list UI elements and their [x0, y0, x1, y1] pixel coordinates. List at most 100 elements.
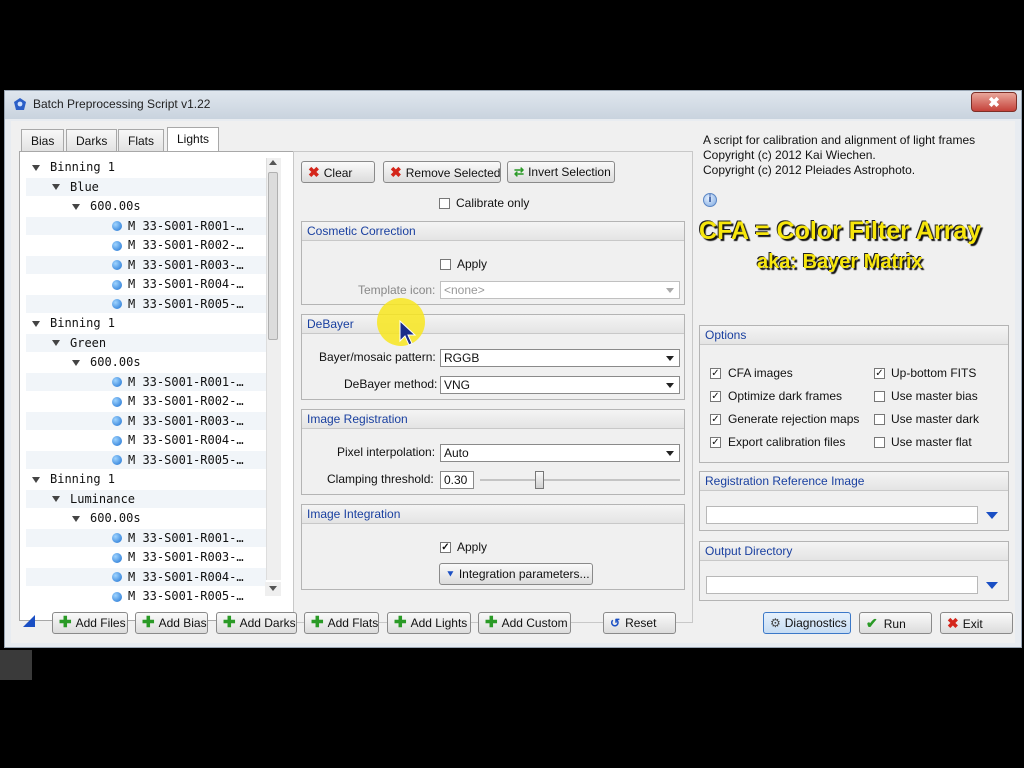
generate-rejection-checkbox[interactable]: ✓ — [710, 414, 721, 425]
scroll-down-button[interactable] — [265, 582, 281, 596]
clear-button[interactable]: ✖ Clear — [301, 161, 375, 183]
tree-file-item[interactable]: M 33-S001-R002-… — [26, 236, 266, 254]
bayer-pattern-select[interactable]: RGGB — [440, 349, 680, 367]
tree-group-item[interactable]: Binning 1 — [26, 470, 266, 488]
template-icon-label: Template icon: — [358, 283, 436, 297]
tree-file-item[interactable]: M 33-S001-R003-… — [26, 255, 266, 274]
add-flats-button[interactable]: ✚ Add Flats — [304, 612, 379, 634]
clamping-threshold-label: Clamping threshold: — [327, 472, 434, 486]
tab-bias[interactable]: Bias — [21, 129, 65, 151]
tree-file-item[interactable]: M 33-S001-R002-… — [26, 392, 266, 410]
tree-file-item[interactable]: M 33-S001-R001-… — [26, 528, 266, 547]
clamping-threshold-input[interactable]: 0.30 — [440, 471, 474, 489]
up-bottom-fits-checkbox[interactable]: ✓ — [874, 368, 885, 379]
plus-icon: ✚ — [59, 614, 72, 631]
output-directory-input[interactable] — [706, 576, 978, 594]
dropdown-arrow-icon[interactable] — [986, 582, 998, 589]
use-master-bias-checkbox[interactable] — [874, 391, 885, 402]
add-bias-button[interactable]: ✚ Add Bias — [135, 612, 208, 634]
run-button[interactable]: ✔ Run — [859, 612, 932, 634]
export-calibration-checkbox[interactable]: ✓ — [710, 437, 721, 448]
cfa-images-checkbox[interactable]: ✓ — [710, 368, 721, 379]
tab-darks[interactable]: Darks — [66, 129, 118, 151]
new-instance-icon[interactable] — [23, 615, 35, 627]
template-icon-select[interactable]: <none> — [440, 281, 680, 299]
expand-triangle-icon[interactable] — [52, 184, 60, 190]
description-line: Copyright (c) 2012 Pleiades Astrophoto. — [703, 163, 916, 177]
registration-reference-input[interactable] — [706, 506, 978, 524]
tree-item-label: 600.00s — [90, 199, 141, 213]
diagnostics-label: Diagnostics — [784, 616, 847, 630]
add-files-button[interactable]: ✚ Add Files — [52, 612, 128, 634]
tree-group-item[interactable]: Binning 1 — [26, 158, 266, 176]
expand-triangle-icon[interactable] — [52, 496, 60, 502]
expand-triangle-icon[interactable] — [72, 359, 80, 366]
tree-group-item[interactable]: 600.00s — [26, 509, 266, 527]
file-tree[interactable]: Binning 1 Blue 600.00s M 33-S001-R001-… M 33… — [26, 158, 266, 614]
diagnostics-button[interactable]: ⚙ Diagnostics — [763, 612, 851, 634]
expand-triangle-icon[interactable] — [32, 164, 40, 171]
pixel-interpolation-select[interactable]: Auto — [440, 444, 680, 462]
close-button[interactable]: ✖ — [971, 92, 1017, 112]
tree-group-item[interactable]: Green — [26, 333, 266, 352]
image-file-icon — [112, 455, 122, 465]
add-darks-button[interactable]: ✚ Add Darks — [216, 612, 297, 634]
add-custom-button[interactable]: ✚ Add Custom — [478, 612, 571, 634]
add-lights-button[interactable]: ✚ Add Lights — [387, 612, 471, 634]
annotation-bayer-matrix: aka: Bayer Matrix — [757, 251, 923, 273]
tree-file-item[interactable]: M 33-S001-R004-… — [26, 275, 266, 293]
optimize-dark-checkbox[interactable]: ✓ — [710, 391, 721, 402]
clamping-slider-handle[interactable] — [535, 471, 544, 489]
integration-parameters-button[interactable]: ⯆ Integration parameters... — [439, 563, 593, 585]
use-master-flat-checkbox[interactable] — [874, 437, 885, 448]
image-file-icon — [112, 221, 122, 231]
tree-group-item[interactable]: Blue — [26, 177, 266, 196]
tree-group-item[interactable]: Binning 1 — [26, 314, 266, 332]
tree-file-item[interactable]: M 33-S001-R005-… — [26, 450, 266, 469]
tab-lights[interactable]: Lights — [167, 127, 220, 151]
remove-selected-button[interactable]: ✖ Remove Selected — [383, 161, 501, 183]
expand-triangle-icon[interactable] — [72, 515, 80, 522]
use-master-dark-checkbox[interactable] — [874, 414, 885, 425]
tree-group-item[interactable]: 600.00s — [26, 197, 266, 215]
tree-group-item[interactable]: 600.00s — [26, 353, 266, 371]
tree-item-label: Green — [70, 335, 107, 350]
reset-button[interactable]: ↺ Reset — [603, 612, 676, 634]
check-icon: ✔ — [866, 615, 878, 631]
debayer-method-select[interactable]: VNG — [440, 376, 680, 394]
tree-file-item[interactable]: M 33-S001-R005-… — [26, 294, 266, 313]
image-file-icon — [112, 435, 122, 446]
plus-icon: ✚ — [394, 614, 407, 631]
tree-file-item[interactable]: M 33-S001-R001-… — [26, 372, 266, 391]
tree-file-item[interactable]: M 33-S001-R004-… — [26, 567, 266, 586]
export-calibration-label: Export calibration files — [728, 435, 846, 449]
scroll-up-icon[interactable] — [269, 160, 277, 165]
cosmetic-apply-checkbox[interactable] — [440, 259, 451, 270]
tab-label: Darks — [76, 134, 108, 148]
expand-triangle-icon[interactable] — [32, 320, 40, 327]
exit-button[interactable]: ✖ Exit — [940, 612, 1013, 634]
tree-item-label: M 33-S001-R001-… — [128, 218, 244, 233]
invert-selection-button[interactable]: ⇄ Invert Selection — [507, 161, 615, 183]
title-bar[interactable]: Batch Preprocessing Script v1.22 ✖ — [5, 91, 1021, 119]
expand-triangle-icon[interactable] — [32, 476, 40, 483]
red-x-icon: ✖ — [947, 615, 959, 631]
tree-file-item[interactable]: M 33-S001-R003-… — [26, 548, 266, 566]
tree-file-item[interactable]: M 33-S001-R003-… — [26, 411, 266, 430]
clamping-slider-track[interactable] — [480, 479, 680, 481]
integration-apply-checkbox[interactable]: ✓ — [440, 542, 451, 553]
info-icon[interactable]: i — [703, 193, 717, 207]
tree-file-item[interactable]: M 33-S001-R004-… — [26, 431, 266, 449]
calibrate-only-checkbox[interactable] — [439, 198, 450, 209]
clear-button-label: Clear — [323, 166, 353, 180]
expand-triangle-icon[interactable] — [52, 340, 60, 346]
image-file-icon — [112, 416, 122, 426]
dropdown-arrow-icon[interactable] — [986, 512, 998, 519]
expand-triangle-icon[interactable] — [72, 203, 80, 210]
tree-group-item[interactable]: Luminance — [26, 489, 266, 508]
tree-file-item[interactable]: M 33-S001-R005-… — [26, 587, 266, 605]
scrollbar-thumb[interactable] — [268, 172, 278, 340]
plus-icon: ✚ — [142, 614, 155, 631]
tab-flats[interactable]: Flats — [118, 129, 165, 151]
tree-file-item[interactable]: M 33-S001-R001-… — [26, 216, 266, 235]
